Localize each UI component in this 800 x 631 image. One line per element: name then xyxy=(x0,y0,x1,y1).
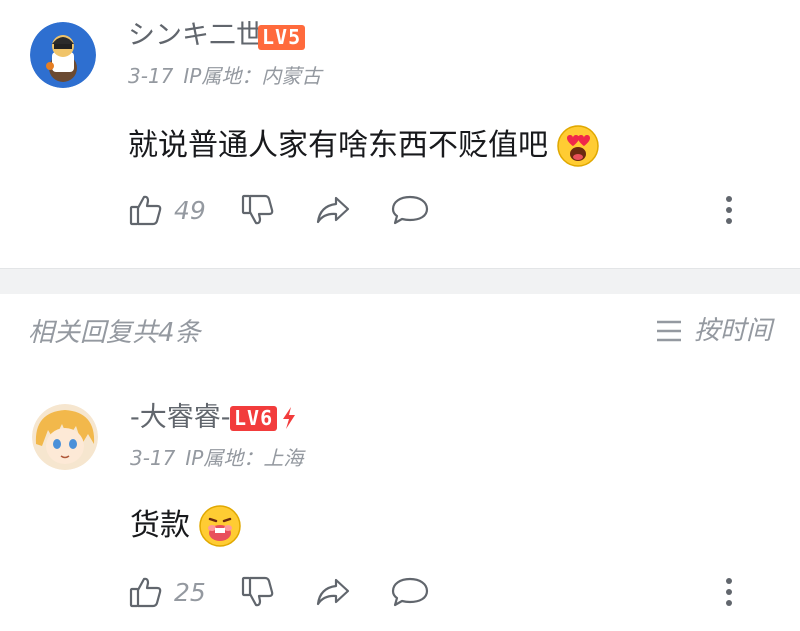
reply-button[interactable] xyxy=(390,574,430,610)
share-arrow-icon xyxy=(316,196,350,224)
reply-button[interactable] xyxy=(390,192,430,228)
comment-text-row: 货款 xyxy=(130,504,242,548)
sort-toggle[interactable]: 按时间 xyxy=(656,318,772,344)
lightning-icon xyxy=(283,407,295,429)
share-button[interactable] xyxy=(314,574,352,610)
share-button[interactable] xyxy=(314,192,352,228)
like-count: 49 xyxy=(174,195,206,225)
thumbs-down-icon xyxy=(241,194,274,225)
vertical-dots-icon xyxy=(726,196,732,224)
chat-bubble-icon xyxy=(391,195,429,225)
ip-location: IP属地：内蒙古 xyxy=(183,64,322,88)
ip-location: IP属地：上海 xyxy=(185,446,304,470)
chat-bubble-icon xyxy=(391,577,429,607)
avatar[interactable] xyxy=(32,404,98,470)
heart-eyes-emoji xyxy=(557,125,599,167)
like-count: 25 xyxy=(174,577,206,607)
thumbs-up-icon xyxy=(129,195,162,226)
more-options-button[interactable] xyxy=(716,192,742,228)
comment-text-row: 就说普通人家有啥东西不贬值吧 xyxy=(128,124,600,168)
dislike-button[interactable] xyxy=(240,192,276,228)
share-arrow-icon xyxy=(316,578,350,606)
comment-actions: 25 xyxy=(128,574,748,610)
eating-emoji xyxy=(199,505,241,547)
comment-meta: 3-17 IP属地：上海 xyxy=(130,448,313,468)
comment-text: 货款 xyxy=(130,508,190,543)
replies-header: 相关回复共4条 按时间 xyxy=(0,294,800,378)
thumbs-up-icon xyxy=(129,577,162,608)
comment-text: 就说普通人家有啥东西不贬值吧 xyxy=(128,128,548,163)
comment-card: シンキ二世 LV5 3-17 IP属地：内蒙古 就说普通人家有啥东西不贬值吧 49 xyxy=(0,0,800,268)
level-badge: LV5 xyxy=(258,25,306,50)
replies-count: 相关回复共4条 xyxy=(28,318,201,348)
username[interactable]: -大睿睿- xyxy=(130,404,231,431)
sort-label: 按时间 xyxy=(693,316,772,346)
comment-date: 3-17 xyxy=(128,64,174,88)
reply-card: -大睿睿- LV6 3-17 IP属地：上海 货款 25 xyxy=(0,378,800,631)
thumbs-down-icon xyxy=(241,576,274,607)
comment-meta: 3-17 IP属地：内蒙古 xyxy=(128,66,331,86)
section-divider xyxy=(0,268,800,294)
comment-date: 3-17 xyxy=(130,446,176,470)
like-button[interactable]: 49 xyxy=(128,192,206,228)
comment-actions: 49 xyxy=(128,192,748,228)
avatar[interactable] xyxy=(30,22,96,88)
username[interactable]: シンキ二世 xyxy=(128,22,263,49)
level-badge: LV6 xyxy=(230,406,278,431)
more-options-button[interactable] xyxy=(716,574,742,610)
dislike-button[interactable] xyxy=(240,574,276,610)
like-button[interactable]: 25 xyxy=(128,574,206,610)
sort-lines-icon xyxy=(656,320,681,342)
vertical-dots-icon xyxy=(726,578,732,606)
